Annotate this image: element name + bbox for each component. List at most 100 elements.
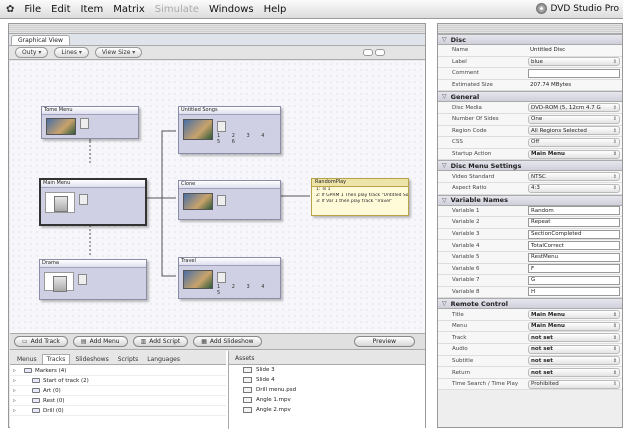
property-popup[interactable]: Main Menu bbox=[528, 149, 620, 159]
asset-item[interactable]: Angle 1.mpv bbox=[229, 395, 425, 405]
property-field[interactable]: H bbox=[528, 287, 620, 297]
view-size-popup[interactable]: View Size bbox=[94, 47, 143, 58]
property-field[interactable] bbox=[528, 68, 620, 78]
property-popup[interactable]: not set bbox=[528, 344, 620, 354]
disclosure-triangle-icon[interactable]: ▹ bbox=[10, 407, 24, 414]
menu-file[interactable]: File bbox=[24, 4, 41, 15]
tab-languages[interactable]: Languages bbox=[143, 355, 184, 364]
property-popup[interactable]: All Regions Selected bbox=[528, 126, 620, 136]
preview-button[interactable]: Preview bbox=[353, 336, 415, 347]
disclosure-triangle-icon[interactable]: ▹ bbox=[10, 367, 24, 374]
window-titlebar[interactable] bbox=[9, 24, 425, 34]
asset-item[interactable]: Slide 4 bbox=[229, 375, 425, 385]
property-label: Title bbox=[452, 311, 464, 318]
disclosure-triangle-icon[interactable]: ▽ bbox=[442, 36, 447, 43]
disclosure-triangle-icon[interactable]: ▹ bbox=[10, 387, 24, 394]
graphical-view-canvas[interactable]: Tome Menu Untitled Songs 1 2 3 4 5 6 Mai… bbox=[10, 61, 425, 333]
add-script-button[interactable]: ▥ Add Script bbox=[132, 336, 189, 347]
menu-tile-main-menu[interactable]: Main Menu bbox=[39, 178, 147, 226]
outy-popup[interactable]: Outy bbox=[15, 47, 49, 58]
property-field[interactable]: Random bbox=[528, 206, 620, 216]
add-menu-button[interactable]: ▤ Add Menu bbox=[72, 336, 128, 347]
asset-item[interactable]: Slide 3 bbox=[229, 365, 425, 375]
marker-icon bbox=[24, 368, 32, 373]
property-popup[interactable]: not set bbox=[528, 368, 620, 378]
tree-row[interactable]: ▹ Drill (0) bbox=[10, 406, 226, 416]
zoom-out-button[interactable] bbox=[363, 49, 373, 56]
menu-tile-tome[interactable]: Tome Menu bbox=[41, 106, 139, 139]
inspector-titlebar[interactable] bbox=[438, 24, 622, 34]
property-popup[interactable]: Main Menu bbox=[528, 321, 620, 331]
tab-slideshows[interactable]: Slideshows bbox=[71, 355, 112, 364]
tab-tracks[interactable]: Tracks bbox=[41, 354, 71, 364]
menu-icon: ▤ bbox=[80, 338, 87, 345]
tile-title: RandomPlay bbox=[312, 179, 408, 187]
lines-popup[interactable]: Lines bbox=[54, 47, 89, 58]
add-track-button[interactable]: ▭ Add Track bbox=[14, 336, 68, 347]
application-menu[interactable]: DVD Studio Pro bbox=[536, 3, 619, 14]
property-row: Variable 6 F bbox=[438, 263, 622, 276]
tile-title: Untitled Songs bbox=[179, 107, 280, 115]
property-popup[interactable]: Off bbox=[528, 137, 620, 147]
tree-label: Markers (4) bbox=[35, 367, 67, 374]
menu-help[interactable]: Help bbox=[264, 4, 287, 15]
disclosure-triangle-icon[interactable]: ▹ bbox=[10, 397, 24, 404]
section-header[interactable]: ▽ Variable Names bbox=[438, 194, 622, 206]
disclosure-triangle-icon[interactable]: ▽ bbox=[442, 300, 447, 307]
property-label: Variable 8 bbox=[452, 288, 480, 295]
property-popup[interactable]: DVD-ROM (5, 12cm 4.7 G bbox=[528, 103, 620, 113]
property-popup[interactable]: not set bbox=[528, 356, 620, 366]
property-popup[interactable]: blue bbox=[528, 57, 620, 67]
film-icon: ▭ bbox=[22, 338, 28, 345]
property-popup[interactable]: not set bbox=[528, 333, 620, 343]
property-label: Variable 2 bbox=[452, 219, 480, 226]
property-field[interactable]: F bbox=[528, 264, 620, 274]
tree-row[interactable]: ▹ Art (0) bbox=[10, 386, 226, 396]
disclosure-triangle-icon[interactable]: ▽ bbox=[442, 93, 447, 100]
property-field[interactable]: TotalCorrect bbox=[528, 241, 620, 251]
script-tile-randomplay[interactable]: RandomPlay 1: Ts 1 2: If GPRM 1 Then pla… bbox=[311, 178, 409, 216]
track-thumbnail bbox=[183, 270, 213, 289]
property-popup[interactable]: NTSC bbox=[528, 172, 620, 182]
assets-header: Assets bbox=[229, 351, 425, 365]
menu-tile-drama[interactable]: Drama bbox=[39, 259, 147, 300]
track-tile-clone[interactable]: Clone bbox=[178, 180, 281, 220]
property-popup[interactable]: One bbox=[528, 114, 620, 124]
menu-item[interactable]: Item bbox=[81, 4, 104, 15]
section-header[interactable]: ▽ General bbox=[438, 91, 622, 103]
marker-tree: ▹ Markers (4) ▹ Start of track (2) ▹ Art (0… bbox=[10, 366, 226, 429]
disclosure-triangle-icon[interactable]: ▹ bbox=[10, 377, 24, 384]
track-tile-travel[interactable]: Travel 1 2 3 4 5 bbox=[178, 257, 281, 299]
property-field[interactable]: RestMenu bbox=[528, 252, 620, 262]
tab-scripts[interactable]: Scripts bbox=[114, 355, 143, 364]
disclosure-triangle-icon[interactable]: ▽ bbox=[442, 197, 447, 204]
section-header[interactable]: ▽ Disc bbox=[438, 34, 622, 45]
track-tile-untitled-songs[interactable]: Untitled Songs 1 2 3 4 5 6 bbox=[178, 106, 281, 154]
disclosure-triangle-icon[interactable]: ▽ bbox=[442, 162, 447, 169]
zoom-in-button[interactable] bbox=[375, 49, 385, 56]
property-popup[interactable]: Prohibited bbox=[528, 379, 620, 389]
property-field[interactable]: SectionCompleted bbox=[528, 229, 620, 239]
tree-row[interactable]: ▹ Start of track (2) bbox=[10, 376, 226, 386]
property-row: Startup Action Main Menu bbox=[438, 148, 622, 161]
property-popup[interactable]: 4:3 bbox=[528, 183, 620, 193]
asset-item[interactable]: Drill menu.psd bbox=[229, 385, 425, 395]
property-label: Variable 3 bbox=[452, 231, 480, 238]
menu-thumbnail bbox=[44, 272, 74, 292]
property-popup[interactable]: Main Menu bbox=[528, 310, 620, 320]
section-header[interactable]: ▽ Disc Menu Settings bbox=[438, 160, 622, 172]
zoom-control[interactable] bbox=[363, 49, 385, 56]
menu-edit[interactable]: Edit bbox=[51, 4, 70, 15]
property-field[interactable]: Repeat bbox=[528, 217, 620, 227]
tab-menus[interactable]: Menus bbox=[13, 355, 41, 364]
tree-row[interactable]: ▹ Markers (4) bbox=[10, 366, 226, 376]
menu-windows[interactable]: Windows bbox=[209, 4, 254, 15]
asset-item[interactable]: Angle 2.mpv bbox=[229, 405, 425, 415]
tree-row[interactable]: ▹ Rest (0) bbox=[10, 396, 226, 406]
section-header[interactable]: ▽ Remote Control bbox=[438, 298, 622, 310]
menu-matrix[interactable]: Matrix bbox=[113, 4, 144, 15]
add-slideshow-button[interactable]: ▦ Add Slideshow bbox=[193, 336, 262, 347]
tab-graphical-view[interactable]: Graphical View bbox=[11, 35, 70, 45]
apple-menu-icon[interactable]: ✿ bbox=[6, 4, 14, 15]
property-field[interactable]: G bbox=[528, 275, 620, 285]
